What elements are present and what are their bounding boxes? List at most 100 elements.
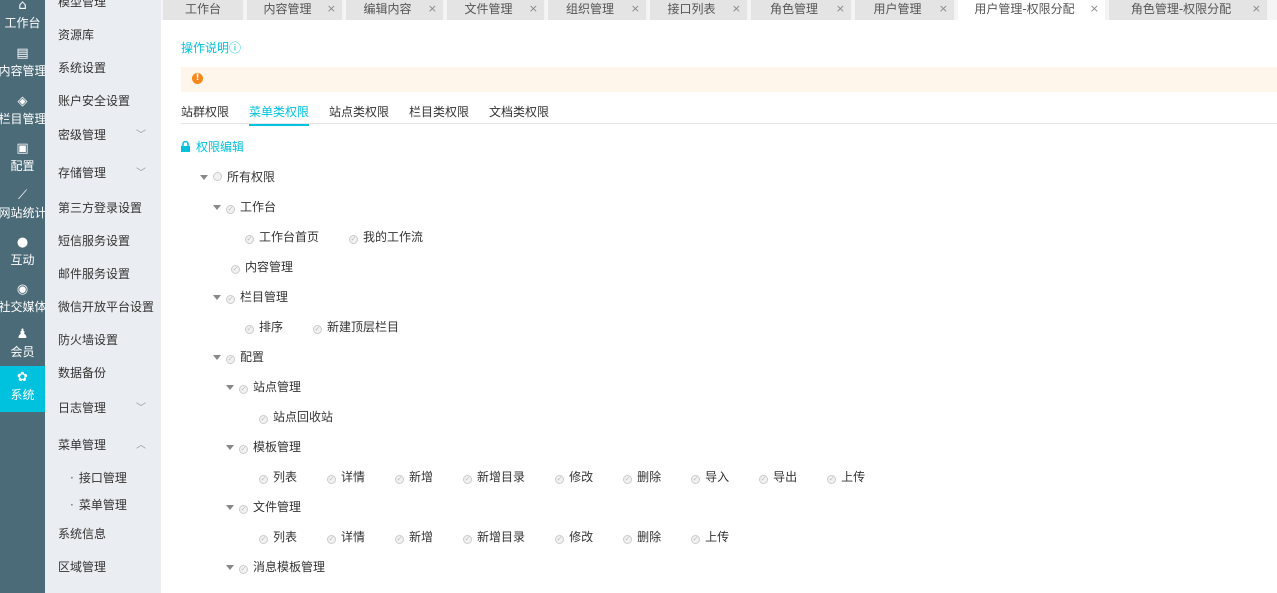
checkbox[interactable]: ✓ <box>759 475 769 484</box>
sub-menu-item[interactable]: 资源库 <box>58 26 158 43</box>
tree-node[interactable]: ✓ 工作台 <box>213 199 276 215</box>
caret-down-icon[interactable] <box>213 295 221 300</box>
tree-leaf[interactable]: ✓ 内容管理 <box>231 259 293 275</box>
checkbox[interactable]: ✓ <box>395 535 405 544</box>
tab[interactable]: 用户管理 × <box>855 0 956 20</box>
checkbox[interactable]: ✓ <box>349 235 359 244</box>
sub-menu-item[interactable]: 账户安全设置 <box>58 92 158 109</box>
caret-down-icon[interactable] <box>226 505 234 510</box>
sub-menu-child[interactable]: 接口管理 <box>70 469 127 486</box>
tree-leaf[interactable]: ✓ 新建顶层栏目 <box>313 319 399 335</box>
caret-down-icon[interactable] <box>213 355 221 360</box>
close-icon[interactable]: × <box>732 0 741 18</box>
tab[interactable]: 编辑内容 × <box>346 0 445 20</box>
checkbox[interactable]: ✓ <box>226 355 235 364</box>
tab[interactable]: 工作台 <box>163 0 245 20</box>
permission-edit-header[interactable]: 权限编辑 <box>181 138 244 155</box>
checkbox[interactable]: ✓ <box>313 325 323 334</box>
close-icon[interactable]: × <box>939 0 948 18</box>
tree-node[interactable]: 所有权限 <box>200 169 275 185</box>
checkbox[interactable]: ✓ <box>555 535 565 544</box>
help-link[interactable]: 操作说明ⓘ <box>181 39 241 56</box>
nav-item[interactable]: ⌂ 工作台 <box>0 0 45 40</box>
tab[interactable]: 接口列表 × <box>650 0 749 20</box>
sub-menu-item[interactable]: 系统设置 <box>58 59 158 76</box>
checkbox[interactable]: ✓ <box>463 475 473 484</box>
checkbox[interactable]: ✓ <box>555 475 565 484</box>
caret-down-icon[interactable] <box>213 205 221 210</box>
checkbox[interactable]: ✓ <box>231 265 240 274</box>
checkbox[interactable]: ✓ <box>226 295 235 304</box>
close-icon[interactable]: × <box>428 0 437 18</box>
close-icon[interactable]: × <box>836 0 845 18</box>
sub-menu-item[interactable]: 第三方登录设置 <box>58 199 158 216</box>
nav-item[interactable]: ✿ 系统 <box>0 366 45 412</box>
checkbox[interactable]: ✓ <box>259 415 268 424</box>
tree-node[interactable]: ✓ 配置 <box>213 349 264 365</box>
nav-item[interactable]: ⟋ 网站统计 <box>0 184 45 230</box>
tree-leaf[interactable]: ✓ 新增 <box>395 529 433 545</box>
tab[interactable]: 组织管理 × <box>548 0 648 20</box>
checkbox[interactable]: ✓ <box>691 535 701 544</box>
checkbox[interactable]: ✓ <box>239 385 248 394</box>
checkbox[interactable]: ✓ <box>463 535 473 544</box>
close-icon[interactable]: × <box>327 0 336 18</box>
nav-item[interactable]: ♟ 会员 <box>0 323 45 369</box>
checkbox[interactable]: ✓ <box>239 505 248 514</box>
tree-node[interactable]: ✓ 站点管理 <box>226 379 301 395</box>
tab[interactable]: 用户管理-权限分配 × <box>958 0 1107 20</box>
tree-leaf[interactable]: ✓ 导入 <box>691 469 729 485</box>
sub-menu-item[interactable]: 模型管理 ﹀ <box>58 0 158 10</box>
tree-leaf[interactable]: ✓ 列表 <box>259 469 297 485</box>
checkbox[interactable]: ✓ <box>239 445 248 454</box>
nav-item[interactable]: ▣ 配置 <box>0 137 45 183</box>
tree-node[interactable]: ✓ 文件管理 <box>226 499 301 515</box>
tree-leaf[interactable]: ✓ 详情 <box>327 469 365 485</box>
sub-menu-item[interactable]: 存储管理 ﹀ <box>58 164 158 181</box>
sub-menu-item[interactable]: 邮件服务设置 <box>58 265 158 282</box>
tree-leaf[interactable]: ✓ 导出 <box>759 469 797 485</box>
sub-menu-item[interactable]: 微信开放平台设置 <box>58 298 158 315</box>
tree-leaf[interactable]: ✓ 上传 <box>827 469 865 485</box>
sub-menu-item[interactable]: 区域管理 <box>58 558 158 575</box>
tree-leaf[interactable]: ✓ 新增目录 <box>463 469 525 485</box>
close-icon[interactable]: × <box>1090 0 1099 18</box>
checkbox[interactable]: ✓ <box>259 535 268 544</box>
checkbox[interactable]: ✓ <box>395 475 405 484</box>
checkbox[interactable] <box>213 172 222 181</box>
tree-leaf[interactable]: ✓ 我的工作流 <box>349 229 423 245</box>
checkbox[interactable]: ✓ <box>827 475 837 484</box>
perm-tab[interactable]: 文档类权限 <box>489 103 549 124</box>
checkbox[interactable]: ✓ <box>623 535 633 544</box>
sub-menu-item[interactable]: 密级管理 ﹀ <box>58 126 158 143</box>
caret-down-icon[interactable] <box>226 565 234 570</box>
nav-item[interactable]: ◉ 社交媒体 <box>0 278 45 324</box>
close-icon[interactable]: × <box>631 0 640 18</box>
tree-node[interactable]: ✓ 栏目管理 <box>213 289 288 305</box>
tree-leaf[interactable]: ✓ 工作台首页 <box>245 229 319 245</box>
tab[interactable]: 文件管理 × <box>447 0 546 20</box>
checkbox[interactable]: ✓ <box>623 475 633 484</box>
nav-item[interactable]: ▤ 内容管理 <box>0 42 45 88</box>
close-icon[interactable]: × <box>529 0 538 18</box>
caret-down-icon[interactable] <box>226 445 234 450</box>
checkbox[interactable]: ✓ <box>245 235 254 244</box>
tree-leaf[interactable]: ✓ 删除 <box>623 529 661 545</box>
perm-tab[interactable]: 栏目类权限 <box>409 103 469 124</box>
tree-leaf[interactable]: ✓ 新增目录 <box>463 529 525 545</box>
caret-down-icon[interactable] <box>226 385 234 390</box>
checkbox[interactable]: ✓ <box>327 535 337 544</box>
sub-menu-item[interactable]: 菜单管理 ︿ <box>58 436 158 453</box>
perm-tab[interactable]: 站点类权限 <box>329 103 389 124</box>
nav-item[interactable]: ● 互动 <box>0 231 45 277</box>
close-icon[interactable]: × <box>1252 0 1261 18</box>
sub-menu-item[interactable]: 数据备份 <box>58 364 158 381</box>
sub-menu-item[interactable]: 系统信息 <box>58 525 158 542</box>
tree-leaf[interactable]: ✓ 修改 <box>555 529 593 545</box>
checkbox[interactable]: ✓ <box>239 565 248 574</box>
tree-leaf[interactable]: ✓ 排序 <box>245 319 283 335</box>
tree-leaf[interactable]: ✓ 详情 <box>327 529 365 545</box>
sub-menu-item[interactable]: 日志管理 ﹀ <box>58 399 158 416</box>
perm-tab[interactable]: 站群权限 <box>181 103 229 124</box>
checkbox[interactable]: ✓ <box>327 475 337 484</box>
